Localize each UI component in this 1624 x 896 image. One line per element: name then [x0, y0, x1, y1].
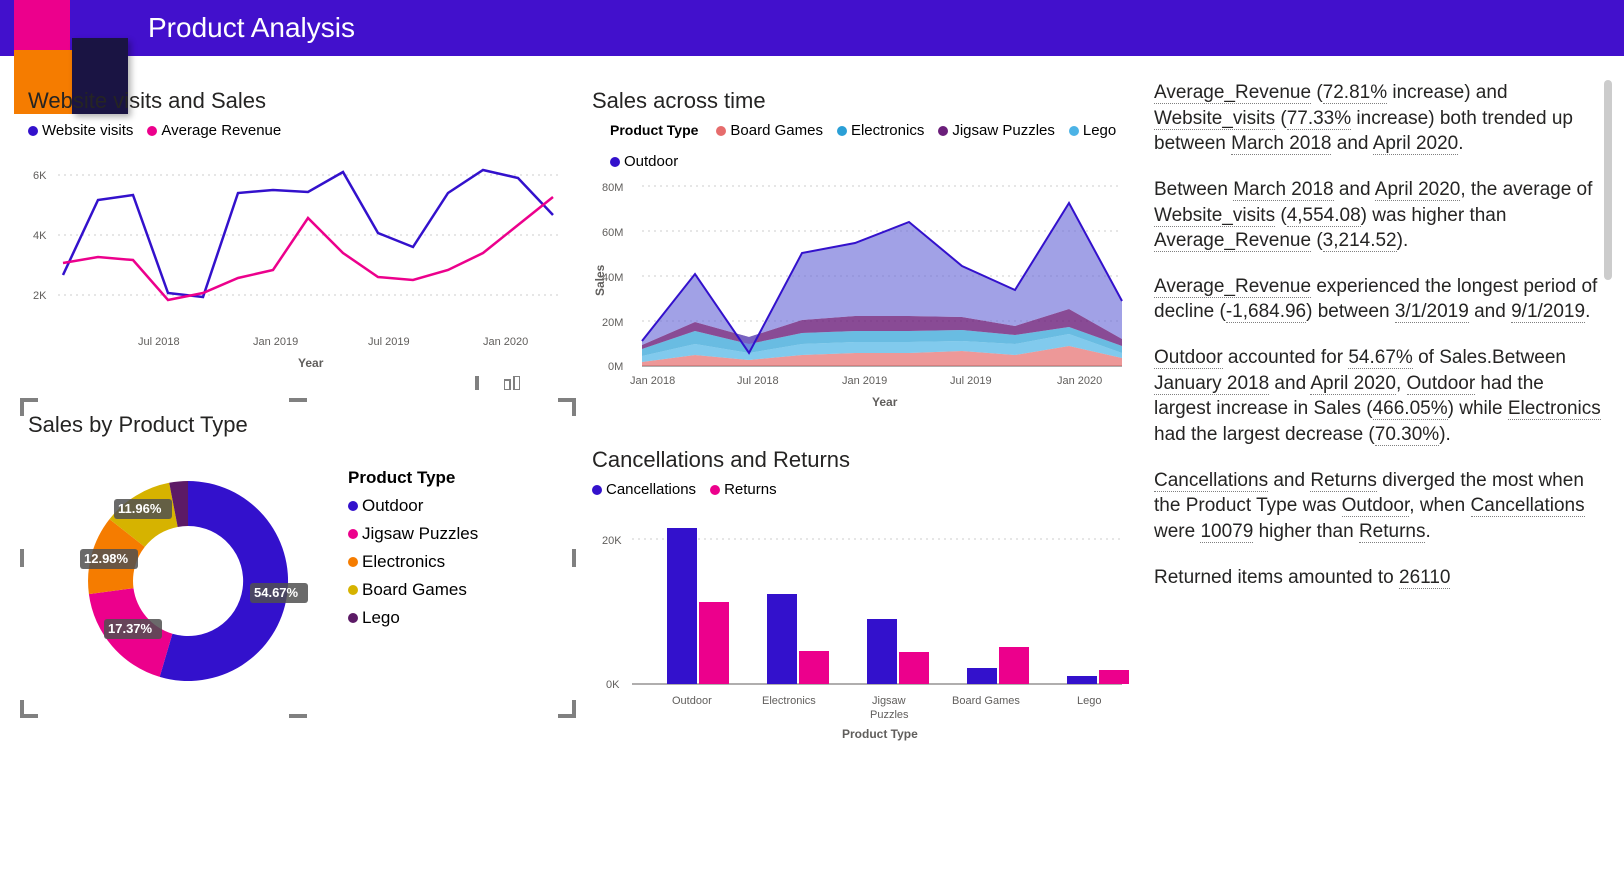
svg-text:Jigsaw: Jigsaw	[872, 695, 906, 707]
svg-text:0K: 0K	[606, 679, 620, 691]
legend-label[interactable]: Average Revenue	[161, 122, 281, 139]
legend-label[interactable]: Jigsaw Puzzles	[952, 122, 1055, 139]
legend-label[interactable]: Returns	[724, 481, 777, 498]
svg-text:Jan 2019: Jan 2019	[253, 336, 298, 348]
resize-handle[interactable]	[558, 398, 576, 416]
svg-text:20M: 20M	[602, 317, 623, 329]
dot-icon	[28, 126, 38, 136]
page-title: Product Analysis	[148, 12, 355, 44]
resize-handle[interactable]	[558, 700, 576, 718]
chart3-title: Sales by Product Type	[28, 412, 568, 438]
svg-text:Product Type: Product Type	[842, 727, 918, 741]
svg-text:0M: 0M	[608, 361, 623, 373]
svg-text:11.96%: 11.96%	[118, 501, 162, 516]
legend-title: Product Type	[610, 122, 698, 139]
svg-text:Sales: Sales	[593, 264, 607, 296]
svg-text:Board Games: Board Games	[952, 695, 1020, 707]
chart3-legend: Product Type Outdoor Jigsaw Puzzles Elec…	[348, 446, 478, 706]
chart-sales-across-time[interactable]: Sales across time Product Type Board Gam…	[584, 80, 1140, 429]
svg-text:60M: 60M	[602, 227, 623, 239]
chart2-svg: 80M 60M 40M 20M 0M Jan 2018 Jul 2018 Jan…	[592, 176, 1132, 416]
svg-text:2K: 2K	[33, 290, 47, 302]
drilldown-icon[interactable]	[470, 376, 486, 390]
narrative-line: Cancellations and Returns diverged the m…	[1154, 468, 1604, 545]
legend-label[interactable]: Lego	[1083, 122, 1116, 139]
svg-text:Jan 2019: Jan 2019	[842, 375, 887, 387]
svg-text:Jul 2018: Jul 2018	[737, 375, 779, 387]
svg-text:Jul 2019: Jul 2019	[368, 336, 410, 348]
svg-text:Jul 2019: Jul 2019	[950, 375, 992, 387]
dot-icon	[147, 126, 157, 136]
svg-text:Outdoor: Outdoor	[672, 695, 712, 707]
chart4-legend: Cancellations Returns	[592, 481, 1132, 498]
svg-text:80M: 80M	[602, 182, 623, 194]
chart4-title: Cancellations and Returns	[592, 447, 1132, 473]
narrative-line: Returned items amounted to 26110	[1154, 565, 1604, 591]
resize-handle[interactable]	[289, 714, 307, 718]
svg-text:20K: 20K	[602, 535, 622, 547]
legend-label[interactable]: Website visits	[42, 122, 133, 139]
header-bar: Product Analysis	[0, 0, 1624, 56]
chart1-title: Website visits and Sales	[28, 88, 568, 114]
chart1-legend: Website visits Average Revenue	[28, 122, 568, 139]
legend-label[interactable]: Jigsaw Puzzles	[362, 524, 478, 544]
svg-text:Electronics: Electronics	[762, 695, 816, 707]
legend-label[interactable]: Cancellations	[606, 481, 696, 498]
narrative-line: Outdoor accounted for 54.67% of Sales.Be…	[1154, 345, 1604, 448]
chart4-svg: 20K 0K Outdoor Electronics Jigsaw Puzzles…	[592, 504, 1132, 754]
chart1-svg: 6K 4K 2K Jul 2018 Jan 2019 Jul 2019 Jan …	[28, 145, 568, 375]
narrative-line: Between March 2018 and April 2020, the a…	[1154, 177, 1604, 254]
donut-svg: 54.67% 17.37% 12.98% 11.96%	[28, 446, 348, 706]
svg-text:Jan 2020: Jan 2020	[483, 336, 528, 348]
svg-text:Jan 2020: Jan 2020	[1057, 375, 1102, 387]
resize-handle[interactable]	[572, 549, 576, 567]
svg-text:Year: Year	[872, 395, 898, 409]
chart2-legend: Product Type Board Games Electronics Jig…	[592, 122, 1132, 170]
svg-text:6K: 6K	[33, 170, 47, 182]
narrative-panel[interactable]: Average_Revenue (72.81% increase) and We…	[1140, 80, 1614, 886]
narrative-line: Average_Revenue experienced the longest …	[1154, 274, 1604, 325]
legend-label[interactable]: Electronics	[851, 122, 924, 139]
resize-handle[interactable]	[20, 700, 38, 718]
svg-text:Jul 2018: Jul 2018	[138, 336, 180, 348]
chart-website-visits-sales[interactable]: Website visits and Sales Website visits …	[20, 80, 576, 388]
svg-text:54.67%: 54.67%	[254, 585, 299, 600]
legend-label[interactable]: Lego	[362, 608, 400, 628]
resize-handle[interactable]	[20, 549, 24, 567]
chart-sales-by-product-type[interactable]: Sales by Product Type 54.67% 17.37%	[20, 398, 576, 718]
narrative-line: Average_Revenue (72.81% increase) and We…	[1154, 80, 1604, 157]
legend-label[interactable]: Electronics	[362, 552, 445, 572]
chart2-title: Sales across time	[592, 88, 1132, 114]
svg-text:Jan 2018: Jan 2018	[630, 375, 675, 387]
svg-text:12.98%: 12.98%	[84, 551, 129, 566]
chart-cancellations-returns[interactable]: Cancellations and Returns Cancellations …	[584, 439, 1140, 767]
svg-text:Year: Year	[298, 356, 324, 370]
svg-text:Puzzles: Puzzles	[870, 709, 909, 721]
svg-text:Lego: Lego	[1077, 695, 1101, 707]
scrollbar[interactable]	[1604, 80, 1612, 280]
legend-label[interactable]: Board Games	[362, 580, 467, 600]
resize-handle[interactable]	[20, 398, 38, 416]
legend-label[interactable]: Outdoor	[362, 496, 423, 516]
drill-expand-icon[interactable]	[504, 376, 520, 390]
legend-label[interactable]: Board Games	[730, 122, 823, 139]
svg-text:4K: 4K	[33, 230, 47, 242]
legend-label[interactable]: Outdoor	[624, 153, 678, 170]
resize-handle[interactable]	[289, 398, 307, 402]
legend-title: Product Type	[348, 468, 478, 488]
svg-text:17.37%: 17.37%	[108, 621, 153, 636]
